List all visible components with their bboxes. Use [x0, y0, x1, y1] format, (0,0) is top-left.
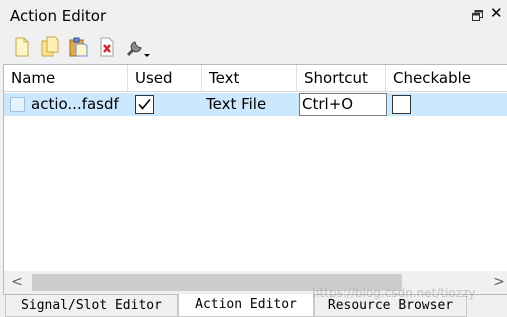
column-header-used[interactable]: Used	[128, 65, 202, 91]
table-row[interactable]: actio...fasdf Text File Ctrl+O	[4, 93, 507, 116]
action-icon	[10, 97, 25, 112]
action-toolbar	[0, 32, 507, 88]
column-header-shortcut[interactable]: Shortcut	[297, 65, 386, 91]
checkable-checkbox[interactable]	[392, 95, 411, 114]
paste-action-icon[interactable]	[66, 35, 90, 59]
tab-signal-slot-editor[interactable]: Signal/Slot Editor	[5, 295, 178, 317]
table-header: Name Used Text Shortcut Checkable	[4, 65, 507, 92]
tab-action-editor[interactable]: Action Editor	[178, 294, 314, 317]
column-header-text[interactable]: Text	[202, 65, 297, 91]
float-dock-icon[interactable]	[472, 9, 483, 21]
dock-title-bar: Action Editor ✕	[0, 0, 507, 32]
close-dock-icon[interactable]: ✕	[490, 6, 503, 21]
action-name-cell[interactable]: actio...fasdf	[31, 93, 119, 116]
action-text-cell[interactable]: Text File	[206, 93, 266, 116]
delete-action-icon[interactable]	[95, 35, 119, 59]
shortcut-editor[interactable]: Ctrl+O	[299, 93, 387, 116]
dock-title: Action Editor	[10, 7, 107, 25]
new-action-icon[interactable]	[10, 35, 34, 59]
column-header-checkable[interactable]: Checkable	[386, 65, 507, 91]
configure-icon[interactable]	[124, 35, 152, 59]
watermark: https://blog.csdn.net/tiozzy	[312, 286, 476, 300]
scroll-left-icon[interactable]: <	[6, 271, 28, 294]
copy-action-icon[interactable]	[38, 35, 62, 59]
column-header-name[interactable]: Name	[4, 65, 128, 91]
checkmark-icon	[138, 98, 151, 110]
action-table: Name Used Text Shortcut Checkable actio.…	[3, 64, 507, 295]
scroll-right-icon[interactable]: >	[488, 271, 507, 294]
used-checkbox[interactable]	[135, 95, 154, 114]
